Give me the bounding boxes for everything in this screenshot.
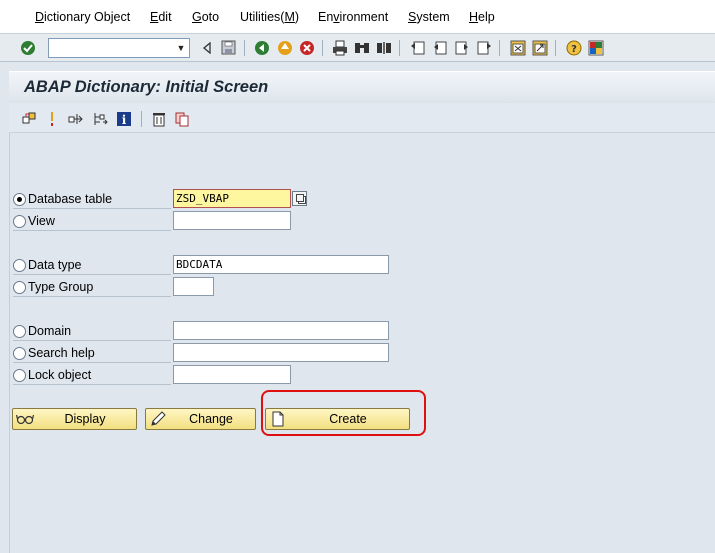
radio-domain[interactable]: Domain bbox=[13, 322, 71, 340]
radio-view[interactable]: View bbox=[13, 212, 55, 230]
svg-text:?: ? bbox=[571, 44, 577, 55]
where-used-icon[interactable] bbox=[67, 110, 84, 127]
save-icon[interactable] bbox=[220, 39, 237, 56]
next-page-icon[interactable] bbox=[453, 39, 470, 56]
help-icon[interactable]: ? bbox=[565, 39, 582, 56]
database-table-input[interactable]: ZSD_VBAP bbox=[173, 189, 291, 208]
view-input[interactable] bbox=[173, 211, 291, 230]
display-button[interactable]: Display bbox=[12, 408, 137, 430]
radio-lock-object[interactable]: Lock object bbox=[13, 366, 91, 384]
svg-text:i: i bbox=[121, 113, 126, 127]
radio-data-type[interactable]: Data type bbox=[13, 256, 82, 274]
check-icon[interactable] bbox=[43, 110, 60, 127]
radio-button[interactable] bbox=[13, 368, 26, 382]
command-field[interactable]: ▼ bbox=[48, 38, 190, 58]
exit-icon[interactable] bbox=[276, 39, 293, 56]
menu-bar: Dictionary Object Edit Goto Utilities(M)… bbox=[0, 0, 715, 34]
information-icon[interactable]: i bbox=[115, 110, 132, 127]
menu-help[interactable]: Help bbox=[469, 10, 495, 24]
pencil-icon bbox=[149, 410, 167, 428]
radio-button[interactable] bbox=[13, 346, 26, 360]
radio-button-selected[interactable] bbox=[13, 192, 26, 206]
print-icon[interactable] bbox=[331, 39, 348, 56]
change-button[interactable]: Change bbox=[145, 408, 256, 430]
first-page-icon[interactable] bbox=[409, 39, 426, 56]
radio-button[interactable] bbox=[13, 280, 26, 294]
chevron-down-icon[interactable]: ▼ bbox=[174, 40, 188, 56]
back-icon[interactable] bbox=[253, 39, 270, 56]
layout-menu-icon[interactable] bbox=[587, 39, 604, 56]
menu-goto[interactable]: Goto bbox=[192, 10, 219, 24]
delete-icon[interactable] bbox=[150, 110, 167, 127]
copy-icon[interactable] bbox=[173, 110, 190, 127]
value-help-icon[interactable] bbox=[292, 191, 307, 206]
radio-type-group[interactable]: Type Group bbox=[13, 278, 93, 296]
standard-toolbar: ▼ ? bbox=[0, 34, 715, 62]
menu-environment[interactable]: Environment bbox=[318, 10, 388, 24]
previous-page-icon[interactable] bbox=[431, 39, 448, 56]
other-object-icon[interactable] bbox=[20, 110, 37, 127]
find-icon[interactable] bbox=[353, 39, 370, 56]
type-group-input[interactable] bbox=[173, 277, 214, 296]
lock-object-input[interactable] bbox=[173, 365, 291, 384]
hierarchy-icon[interactable] bbox=[91, 110, 108, 127]
menu-edit[interactable]: Edit bbox=[150, 10, 172, 24]
highlight-annotation bbox=[261, 390, 426, 436]
find-next-icon[interactable] bbox=[375, 39, 392, 56]
radio-search-help[interactable]: Search help bbox=[13, 344, 95, 362]
enter-checkmark-icon[interactable] bbox=[19, 39, 36, 56]
screen-title-bar: ABAP Dictionary: Initial Screen bbox=[9, 71, 715, 103]
domain-input[interactable] bbox=[173, 321, 389, 340]
cancel-icon[interactable] bbox=[298, 39, 315, 56]
radio-database-table[interactable]: Database table bbox=[13, 190, 112, 208]
menu-dictionary-object[interactable]: Dictionary Object bbox=[35, 10, 130, 24]
application-toolbar: i bbox=[9, 103, 715, 133]
menu-utilities[interactable]: Utilities(M) bbox=[240, 10, 299, 24]
glasses-icon bbox=[16, 410, 34, 428]
menu-system[interactable]: System bbox=[408, 10, 450, 24]
data-type-input[interactable]: BDCDATA bbox=[173, 255, 389, 274]
radio-button[interactable] bbox=[13, 214, 26, 228]
last-page-icon[interactable] bbox=[475, 39, 492, 56]
radio-button[interactable] bbox=[13, 258, 26, 272]
search-help-input[interactable] bbox=[173, 343, 389, 362]
shortcut-icon[interactable] bbox=[531, 39, 548, 56]
radio-button[interactable] bbox=[13, 324, 26, 338]
triangle-left-icon[interactable] bbox=[198, 39, 215, 56]
page-title: ABAP Dictionary: Initial Screen bbox=[24, 78, 269, 96]
new-session-icon[interactable] bbox=[509, 39, 526, 56]
